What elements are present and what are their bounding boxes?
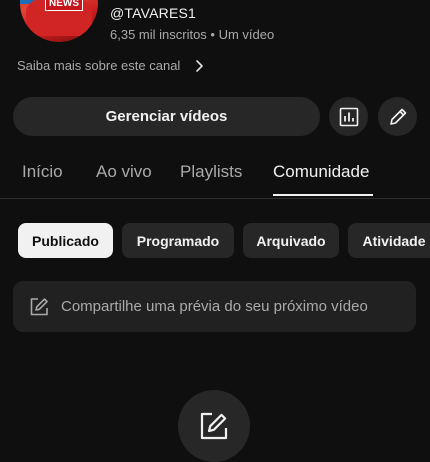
chip-arquivado[interactable]: Arquivado bbox=[243, 223, 339, 258]
pencil-icon bbox=[387, 106, 409, 128]
about-channel-link[interactable]: Saiba mais sobre este canal bbox=[17, 58, 206, 73]
tab-playlists[interactable]: Playlists bbox=[180, 162, 242, 182]
channel-tabs: Início Ao vivo Playlists Comunidade bbox=[0, 156, 430, 199]
chip-programado[interactable]: Programado bbox=[122, 223, 234, 258]
channel-handle: @TAVARES1 bbox=[110, 5, 197, 21]
post-composer[interactable]: Compartilhe uma prévia do seu próximo ví… bbox=[13, 281, 416, 332]
chip-publicado[interactable]: Publicado bbox=[18, 223, 113, 258]
post-placeholder: Compartilhe uma prévia do seu próximo ví… bbox=[61, 298, 368, 315]
compose-post-icon bbox=[198, 410, 230, 442]
active-tab-indicator bbox=[273, 194, 373, 196]
about-channel-label: Saiba mais sobre este canal bbox=[17, 58, 181, 73]
tab-ao-vivo[interactable]: Ao vivo bbox=[96, 162, 152, 182]
tab-comunidade[interactable]: Comunidade bbox=[273, 162, 369, 182]
filter-chips: Publicado Programado Arquivado Atividade bbox=[0, 223, 430, 259]
tab-inicio[interactable]: Início bbox=[22, 162, 63, 182]
analytics-icon bbox=[338, 106, 360, 128]
edit-post-icon bbox=[28, 296, 50, 318]
channel-stats: 6,35 mil inscritos • Um vídeo bbox=[110, 27, 275, 42]
chip-atividade[interactable]: Atividade bbox=[348, 223, 430, 258]
analytics-button[interactable] bbox=[329, 97, 368, 136]
manage-videos-button[interactable]: Gerenciar vídeos bbox=[13, 97, 320, 136]
chevron-right-icon bbox=[192, 59, 206, 73]
empty-state-compose-button[interactable] bbox=[178, 390, 250, 462]
edit-channel-button[interactable] bbox=[378, 97, 417, 136]
channel-avatar[interactable]: NEWS bbox=[20, 0, 98, 42]
avatar-news-badge: NEWS bbox=[45, 0, 83, 11]
